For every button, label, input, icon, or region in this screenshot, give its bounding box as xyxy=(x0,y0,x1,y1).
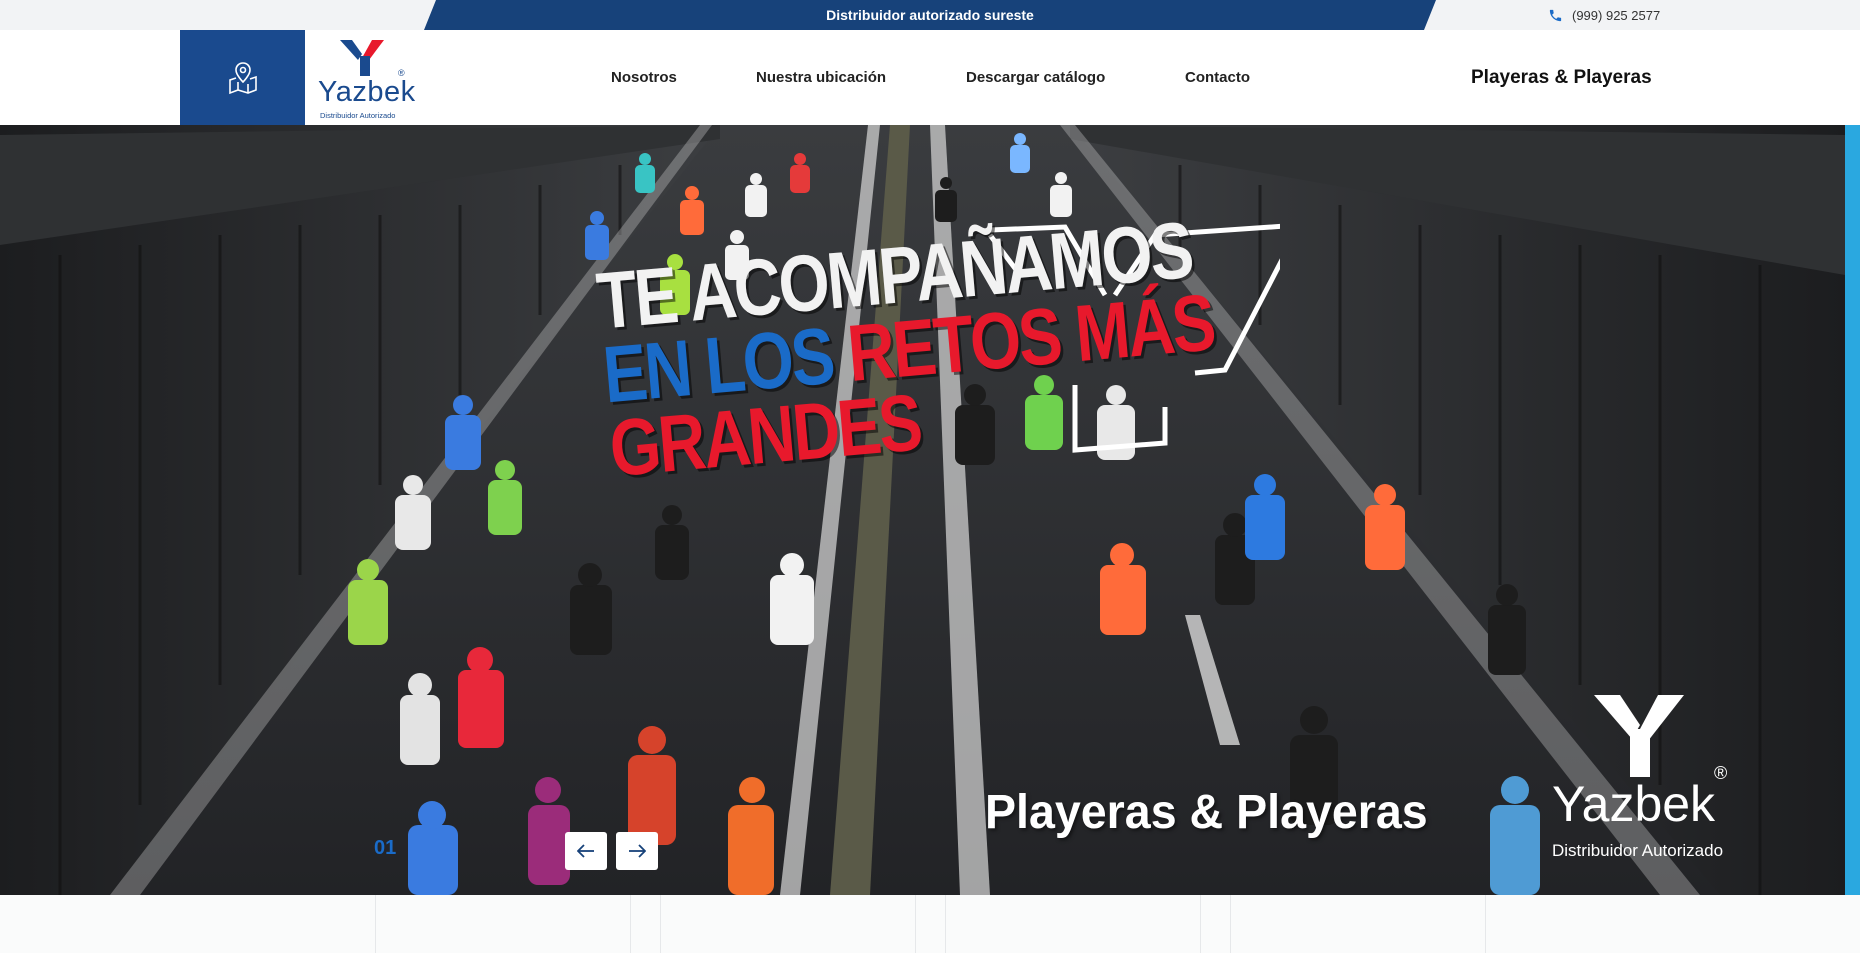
hero-logo-word: Yazbek xyxy=(1552,776,1716,832)
arrow-right-icon xyxy=(629,844,646,858)
hero-logo-tagline: Distribuidor Autorizado xyxy=(1552,841,1724,860)
logo-registered: ® xyxy=(398,68,405,78)
column-divider xyxy=(1230,895,1231,953)
hero-side-accent xyxy=(1845,125,1860,895)
logo-word: Yazbek xyxy=(318,76,416,108)
column-divider xyxy=(375,895,376,953)
prev-slide-button[interactable] xyxy=(565,832,607,870)
phone-icon xyxy=(1549,9,1562,21)
hero-brand-text: Playeras & Playeras xyxy=(985,786,1428,839)
next-slide-button[interactable] xyxy=(616,832,658,870)
slide-number: 01 xyxy=(374,837,397,859)
hero-slider: TE ACOMPAÑAMOS EN LOS RETOS MÁS GRANDES … xyxy=(0,125,1845,895)
column-divider xyxy=(630,895,631,953)
header-brand[interactable]: Playeras & Playeras xyxy=(1471,30,1652,125)
hero-yazbek-logo: Yazbek ® Distribuidor Autorizado xyxy=(1548,685,1748,860)
logo-tagline: Distribuidor Autorizado xyxy=(320,111,396,120)
nav-nosotros[interactable]: Nosotros xyxy=(611,30,677,125)
site-header: Yazbek ® Distribuidor Autorizado Nosotro… xyxy=(0,30,1860,125)
nav-ubicacion[interactable]: Nuestra ubicación xyxy=(756,30,886,125)
nav-catalogo[interactable]: Descargar catálogo xyxy=(966,30,1105,125)
hero-logo-registered: ® xyxy=(1714,763,1728,783)
top-strip: Distribuidor autorizado sureste (999) 92… xyxy=(0,0,1860,30)
column-divider xyxy=(660,895,661,953)
column-divider xyxy=(915,895,916,953)
column-divider xyxy=(1485,895,1486,953)
top-banner-text: Distribuidor autorizado sureste xyxy=(826,7,1034,23)
column-divider xyxy=(1200,895,1201,953)
yazbek-y-logo-mark xyxy=(340,40,384,76)
nav-contacto[interactable]: Contacto xyxy=(1185,30,1250,125)
hero-y-logo-mark xyxy=(1594,695,1684,777)
yazbek-logo[interactable]: Yazbek ® Distribuidor Autorizado xyxy=(312,34,422,122)
location-button[interactable] xyxy=(180,30,305,125)
map-pin-icon xyxy=(228,61,257,94)
arrow-left-icon xyxy=(577,844,594,858)
phone-number: (999) 925 2577 xyxy=(1572,7,1661,23)
column-divider xyxy=(945,895,946,953)
top-banner: Distribuidor autorizado sureste xyxy=(424,0,1436,30)
phone-contact[interactable]: (999) 925 2577 xyxy=(1548,0,1660,30)
content-strip xyxy=(0,895,1860,953)
